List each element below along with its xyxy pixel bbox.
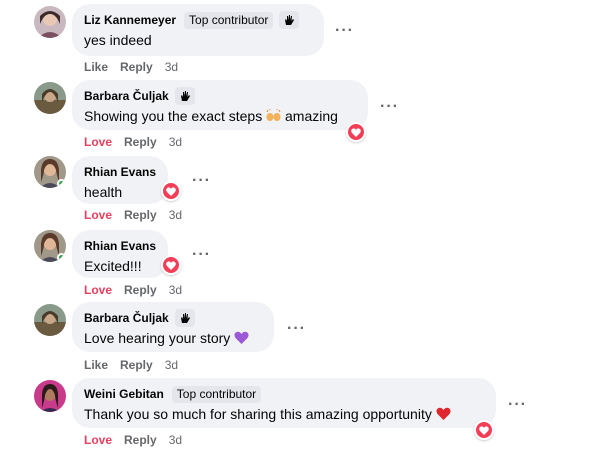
avatar[interactable] [34, 380, 66, 412]
avatar[interactable] [34, 6, 66, 38]
love-button[interactable]: Love [84, 135, 112, 149]
more-options-icon[interactable]: ··· [192, 247, 211, 263]
like-button[interactable]: Like [84, 60, 108, 74]
love-reaction-icon[interactable] [346, 122, 366, 142]
author-name[interactable]: Weini Gebitan [84, 387, 164, 401]
love-reaction-icon[interactable] [161, 181, 181, 201]
like-button[interactable]: Like [84, 358, 108, 372]
waving-hand-badge-icon [174, 87, 195, 105]
avatar[interactable] [34, 82, 66, 114]
reply-button[interactable]: Reply [124, 283, 157, 297]
comment-bubble: Barbara Čuljak Love hearing your story [72, 302, 274, 352]
comment-bubble: Barbara Čuljak Showing you the exact ste… [72, 80, 368, 130]
more-options-icon[interactable]: ··· [508, 397, 527, 413]
love-button[interactable]: Love [84, 433, 112, 447]
reply-button[interactable]: Reply [120, 358, 153, 372]
comment-text: Excited!!! [84, 258, 142, 274]
comment-text: Showing you the exact steps amazing [84, 107, 356, 126]
online-status-icon [57, 179, 66, 188]
reply-button[interactable]: Reply [124, 208, 157, 222]
author-name[interactable]: Barbara Čuljak [84, 89, 169, 103]
timestamp[interactable]: 3d [169, 283, 182, 297]
purple-heart-emoji-icon [234, 330, 249, 348]
raising-hands-emoji-icon [266, 108, 281, 126]
more-options-icon[interactable]: ··· [380, 99, 399, 115]
love-button[interactable]: Love [84, 208, 112, 222]
timestamp[interactable]: 3d [169, 433, 182, 447]
author-name[interactable]: Liz Kannemeyer [84, 13, 176, 27]
comment-text: yes indeed [84, 32, 152, 48]
more-options-icon[interactable]: ··· [192, 173, 211, 189]
love-reaction-icon[interactable] [161, 255, 181, 275]
comment-text: Thank you so much for sharing this amazi… [84, 405, 484, 424]
comment-bubble: Rhian Evans Excited!!! [72, 230, 168, 278]
comment-bubble: Weini Gebitan Top contributor Thank you … [72, 378, 496, 428]
avatar[interactable] [34, 156, 66, 188]
timestamp[interactable]: 3d [165, 358, 178, 372]
red-heart-emoji-icon [436, 406, 451, 424]
author-name[interactable]: Rhian Evans [84, 165, 156, 179]
more-options-icon[interactable]: ··· [287, 321, 306, 337]
more-options-icon[interactable]: ··· [335, 23, 354, 39]
timestamp[interactable]: 3d [169, 208, 182, 222]
love-button[interactable]: Love [84, 283, 112, 297]
author-name[interactable]: Barbara Čuljak [84, 311, 169, 325]
love-reaction-icon[interactable] [474, 420, 494, 440]
avatar[interactable] [34, 304, 66, 336]
waving-hand-badge-icon [279, 11, 300, 29]
reply-button[interactable]: Reply [120, 60, 153, 74]
reply-button[interactable]: Reply [124, 433, 157, 447]
timestamp[interactable]: 3d [169, 135, 182, 149]
comment-text: Love hearing your story [84, 329, 262, 348]
waving-hand-badge-icon [174, 309, 195, 327]
online-status-icon [57, 253, 66, 262]
comment-bubble: Rhian Evans health [72, 156, 168, 204]
top-contributor-badge: Top contributor [171, 385, 262, 403]
top-contributor-badge: Top contributor [184, 11, 274, 29]
comment-text: health [84, 184, 123, 200]
timestamp[interactable]: 3d [165, 60, 178, 74]
avatar[interactable] [34, 230, 66, 262]
reply-button[interactable]: Reply [124, 135, 157, 149]
author-name[interactable]: Rhian Evans [84, 239, 156, 253]
comment-bubble: Liz Kannemeyer Top contributor yes indee… [72, 4, 324, 56]
